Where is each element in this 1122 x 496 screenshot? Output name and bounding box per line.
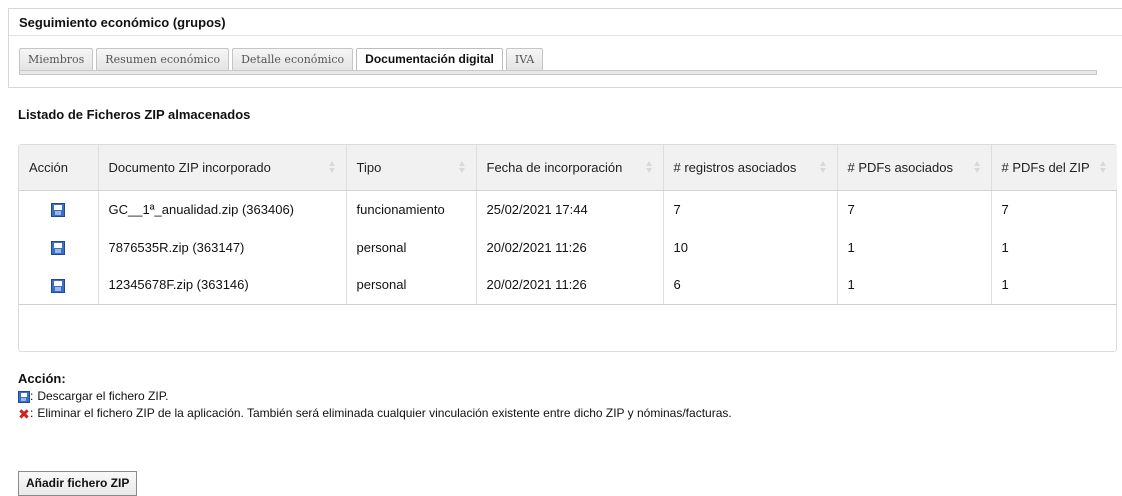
legend-delete-text: Eliminar el fichero ZIP de la aplicación… <box>37 406 732 420</box>
tab-resumen-economico[interactable]: Resumen económico <box>96 48 230 71</box>
tab-bar: Miembros Resumen económico Detalle econó… <box>19 48 546 72</box>
zip-files-table-container: Acción Documento ZIP incorporado Tipo Fe… <box>18 144 1117 352</box>
panel-title: Seguimiento económico (grupos) <box>9 9 1122 36</box>
pdfs-zip-cell: 1 <box>1001 239 1009 255</box>
pdfs-asociados-cell: 7 <box>837 190 992 228</box>
tipo-cell: personal <box>346 266 477 305</box>
download-zip-icon[interactable] <box>51 240 66 255</box>
pdfs-zip-cell: 1 <box>991 266 1117 305</box>
registros-cell: 10 <box>663 228 838 266</box>
documento-cell: 7876535R.zip (363147) <box>98 228 347 266</box>
legend-download-line: : Descargar el fichero ZIP. <box>18 388 732 405</box>
column-header-fecha[interactable]: Fecha de incorporación <box>476 145 664 191</box>
legend-title: Acción: <box>18 371 66 386</box>
table-header-row: Acción Documento ZIP incorporado Tipo Fe… <box>19 145 1117 191</box>
documento-cell: GC__1ª_anualidad.zip (363406) <box>98 190 347 228</box>
tipo-cell: funcionamiento <box>346 190 477 228</box>
red-x-icon: ✖ <box>18 405 30 422</box>
column-header-accion[interactable]: Acción <box>19 145 99 191</box>
legend-download-text: Descargar el fichero ZIP. <box>37 389 169 403</box>
add-zip-file-button[interactable]: Añadir fichero ZIP <box>18 471 138 496</box>
registros-cell: 7 <box>663 190 838 228</box>
economic-tracking-panel: Seguimiento económico (grupos) Miembros … <box>8 8 1122 88</box>
table-row: GC__1ª_anualidad.zip (363406) funcionami… <box>19 190 1117 228</box>
column-header-documento[interactable]: Documento ZIP incorporado <box>98 145 347 191</box>
section-title: Listado de Ficheros ZIP almacenados <box>18 107 251 122</box>
tab-detalle-economico[interactable]: Detalle económico <box>232 48 354 71</box>
table-row: 7876535R.zip (363147) personal 20/02/202… <box>19 228 1117 266</box>
sort-icon <box>328 161 336 174</box>
action-legend: Acción: : Descargar el fichero ZIP. ✖ : … <box>18 371 732 422</box>
fecha-cell: 20/02/2021 11:26 <box>476 228 664 266</box>
table-row: 12345678F.zip (363146) personal 20/02/20… <box>19 266 1117 305</box>
column-header-registros[interactable]: # registros asociados <box>663 145 838 191</box>
column-header-pdfs-asociados[interactable]: # PDFs asociados <box>837 145 992 191</box>
action-cell <box>19 266 99 305</box>
action-cell <box>19 228 99 266</box>
tab-miembros[interactable]: Miembros <box>19 48 94 71</box>
zip-files-table: Acción Documento ZIP incorporado Tipo Fe… <box>19 145 1117 305</box>
fecha-cell: 20/02/2021 11:26 <box>476 266 664 305</box>
legend-delete-line: ✖ : Eliminar el fichero ZIP de la aplica… <box>18 405 732 422</box>
registros-cell: 6 <box>663 266 838 305</box>
tab-iva[interactable]: IVA <box>505 48 544 71</box>
documento-cell: 12345678F.zip (363146) <box>98 266 347 305</box>
tab-documentacion-digital[interactable]: Documentación digital <box>356 48 503 72</box>
fecha-cell: 25/02/2021 17:44 <box>476 190 664 228</box>
action-cell <box>19 190 99 228</box>
download-zip-icon[interactable] <box>51 203 66 218</box>
floppy-disk-icon <box>18 390 30 403</box>
column-header-tipo[interactable]: Tipo <box>346 145 477 191</box>
sort-icon <box>458 161 466 174</box>
pdfs-asociados-cell: 1 <box>837 266 992 305</box>
sort-icon <box>1100 161 1107 174</box>
download-zip-icon[interactable] <box>51 278 66 293</box>
tab-content-divider <box>19 70 1097 75</box>
sort-icon <box>973 161 981 174</box>
pdfs-asociados-cell: 1 <box>837 228 992 266</box>
column-header-pdfs-zip[interactable]: # PDFs del ZIP <box>991 145 1117 191</box>
sort-icon <box>645 161 653 174</box>
sort-icon <box>819 161 827 174</box>
tipo-cell: personal <box>346 228 477 266</box>
pdfs-zip-cell: 7 <box>1001 201 1009 217</box>
